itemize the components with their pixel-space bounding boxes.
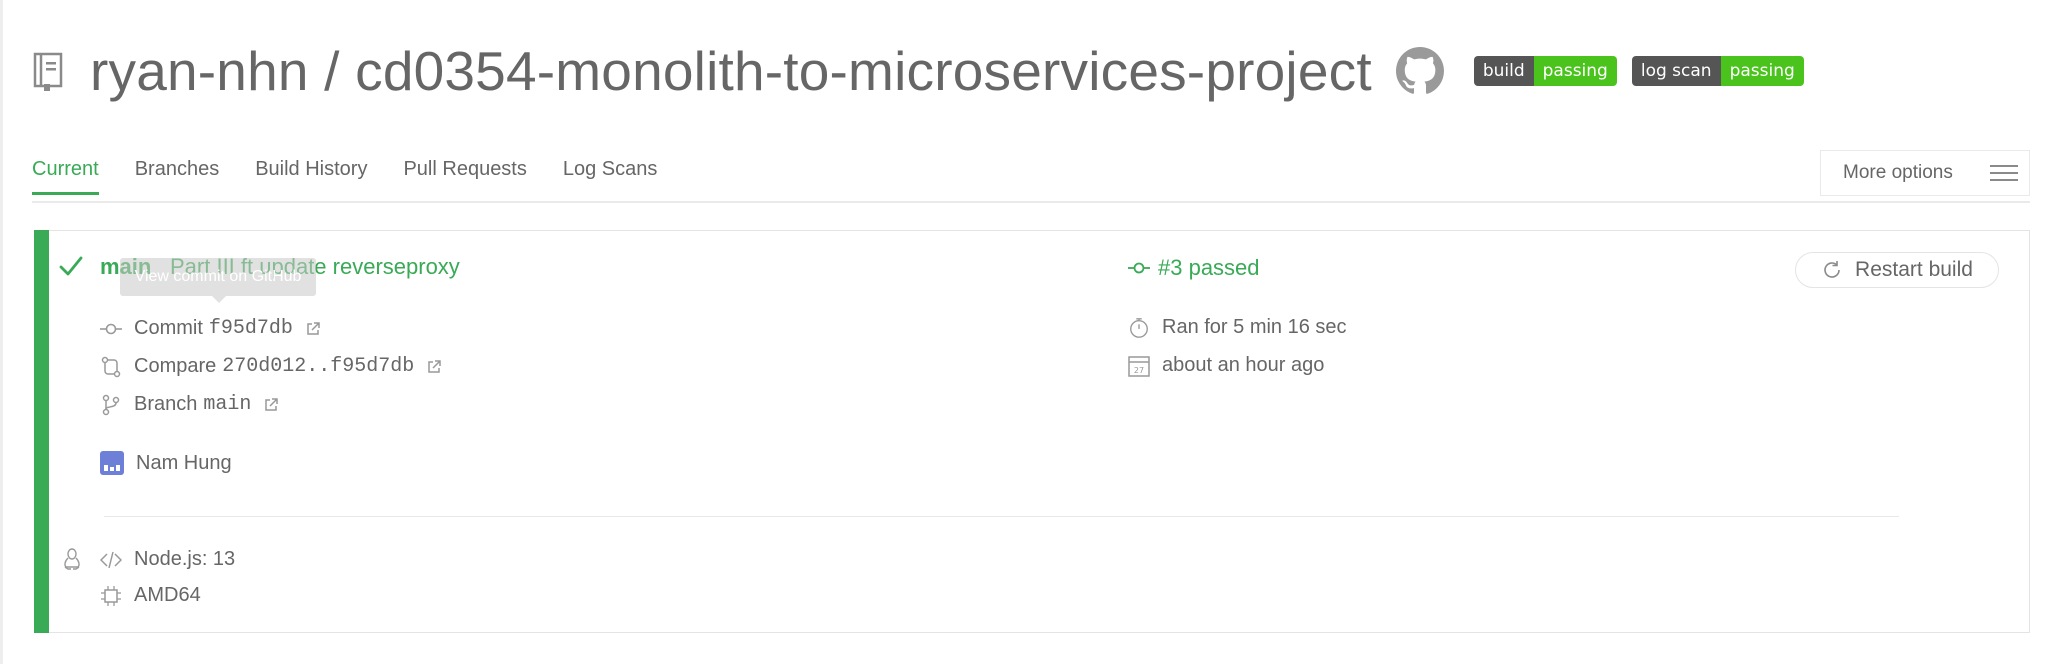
- code-icon: [100, 549, 122, 571]
- branch-icon: [100, 394, 122, 416]
- restart-icon: [1824, 261, 1840, 278]
- check-icon: [59, 256, 83, 276]
- cpu-icon: [100, 585, 122, 607]
- branch-label: Branch: [134, 393, 198, 415]
- more-options-button[interactable]: More options: [1820, 150, 2030, 196]
- repo-tabs: Current Branches Build History Pull Requ…: [32, 158, 657, 195]
- repo-book-icon: [33, 52, 63, 91]
- tab-log-scans[interactable]: Log Scans: [563, 158, 658, 195]
- author-row: Nam Hung: [100, 451, 232, 475]
- repo-header: ryan-nhn / cd0354-monolith-to-microservi…: [32, 38, 1804, 104]
- build-badge[interactable]: build passing: [1473, 56, 1617, 86]
- tab-pull-requests[interactable]: Pull Requests: [403, 158, 526, 195]
- arch-value: AMD64: [134, 584, 201, 606]
- commit-icon: [1128, 262, 1150, 274]
- restart-build-button[interactable]: Restart build: [1795, 252, 1999, 288]
- tabs-divider: [32, 201, 2030, 203]
- arch-row: AMD64: [100, 584, 201, 607]
- compare-icon: [100, 356, 122, 378]
- badge-status: passing: [1533, 56, 1617, 86]
- external-link-icon[interactable]: [263, 397, 279, 413]
- github-icon[interactable]: [1395, 47, 1444, 95]
- stopwatch-icon: [1128, 317, 1150, 339]
- tooltip-arrow: [212, 296, 226, 303]
- tab-build-history[interactable]: Build History: [255, 158, 367, 195]
- date-row: 27 about an hour ago: [1128, 354, 1324, 377]
- calendar-day: 27: [1134, 366, 1144, 375]
- build-duration: Ran for 5 min 16 sec: [1162, 316, 1347, 338]
- build-status-text: #3 passed: [1158, 255, 1260, 280]
- more-options-label: More options: [1843, 162, 1953, 183]
- build-card: [34, 230, 2030, 633]
- commit-sha: f95d7db: [208, 317, 293, 340]
- log-scan-badge[interactable]: log scan passing: [1631, 56, 1804, 86]
- external-link-icon[interactable]: [305, 321, 321, 337]
- commit-tooltip: View commit on GitHub: [120, 258, 316, 296]
- status-badges: build passing log scan passing: [1473, 56, 1804, 86]
- compare-label: Compare: [134, 355, 217, 377]
- commit-row[interactable]: Commit f95d7db: [100, 317, 321, 340]
- branch-value: main: [203, 393, 252, 416]
- compare-row[interactable]: Compare 270d012..f95d7db: [100, 355, 442, 378]
- duration-row: Ran for 5 min 16 sec: [1128, 316, 1347, 339]
- commit-icon: [100, 318, 122, 340]
- tab-branches[interactable]: Branches: [135, 158, 220, 195]
- hamburger-menu-icon[interactable]: [1979, 151, 2029, 195]
- build-status[interactable]: #3 passed: [1128, 255, 1260, 281]
- language-value: Node.js: 13: [134, 548, 236, 570]
- author-name: Nam Hung: [136, 451, 232, 474]
- badge-label: build: [1473, 56, 1534, 86]
- build-finished: about an hour ago: [1162, 354, 1325, 376]
- linux-icon: [64, 548, 80, 570]
- calendar-icon: 27: [1128, 355, 1150, 377]
- badge-label: log scan: [1631, 56, 1721, 86]
- branch-row[interactable]: Branch main: [100, 393, 279, 416]
- build-status-stripe: [34, 230, 49, 633]
- avatar: [100, 451, 124, 475]
- compare-range: 270d012..f95d7db: [222, 355, 415, 378]
- external-link-icon[interactable]: [426, 359, 442, 375]
- badge-status: passing: [1720, 56, 1804, 86]
- tab-current[interactable]: Current: [32, 158, 99, 195]
- left-frame-border: [0, 0, 3, 664]
- card-divider: [104, 516, 1899, 517]
- restart-build-label: Restart build: [1855, 258, 1973, 281]
- language-row: Node.js: 13: [100, 548, 235, 571]
- commit-label: Commit: [134, 317, 203, 339]
- repo-title: ryan-nhn / cd0354-monolith-to-microservi…: [90, 40, 1372, 102]
